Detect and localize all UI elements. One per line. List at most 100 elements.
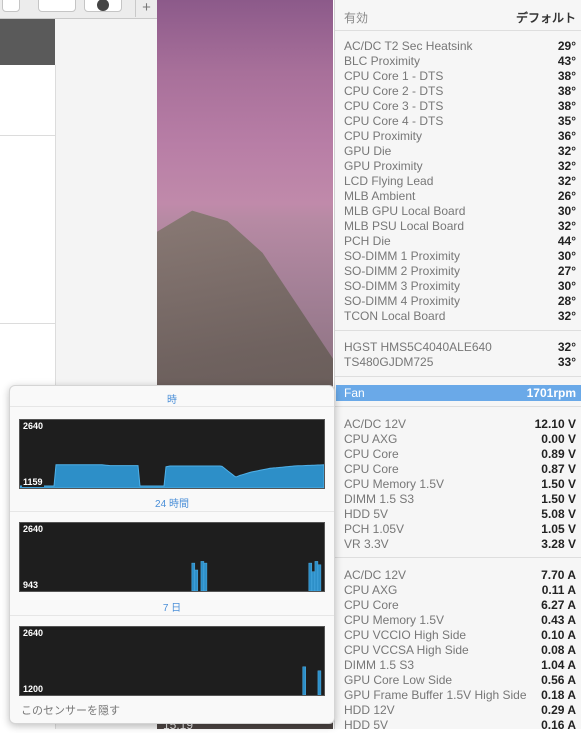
sensor-value: 1.05 V — [541, 522, 576, 536]
enabled-header: 有効 — [344, 11, 369, 25]
row-divider — [0, 135, 55, 136]
sensor-value: 30° — [557, 249, 576, 263]
sensor-value: 30° — [557, 279, 576, 293]
hour-graph-area — [20, 464, 324, 488]
header-divider — [335, 30, 581, 31]
sensor-value: 6.27 A — [541, 598, 576, 612]
hour-graph-min: 1159 — [22, 477, 44, 487]
voltage-row[interactable]: CPU Core 0.87 V — [344, 462, 576, 477]
sensor-name: CPU VCCIO High Side — [344, 628, 467, 642]
temperature-row[interactable]: SO-DIMM 4 Proximity 28° — [344, 294, 576, 309]
sensor-name: CPU Proximity — [344, 129, 423, 143]
temperature-row[interactable]: CPU Core 2 - DTS 38° — [344, 84, 576, 99]
sensor-name: CPU Memory 1.5V — [344, 477, 445, 491]
week-section-title: 7 日 — [162, 603, 182, 614]
toolbar-button-1[interactable] — [2, 0, 20, 12]
voltage-row[interactable]: VR 3.3V 3.28 V — [344, 537, 576, 552]
sensor-value: 0.11 A — [541, 583, 576, 597]
temperature-row[interactable]: GPU Die 32° — [344, 144, 576, 159]
sensor-name: CPU Core 1 - DTS — [344, 69, 444, 83]
sensor-value: 29° — [557, 39, 576, 53]
graph-spike — [302, 666, 306, 695]
temperature-row[interactable]: CPU Proximity 36° — [344, 129, 576, 144]
toolbar-button-3[interactable] — [84, 0, 122, 12]
current-row[interactable]: HDD 5V 0.16 A — [344, 718, 576, 733]
sensor-value: 43° — [557, 54, 576, 68]
sensor-name: HGST HMS5C4040ALE640 — [344, 340, 492, 354]
graph-spike — [317, 670, 322, 695]
voltage-row[interactable]: DIMM 1.5 S3 1.50 V — [344, 492, 576, 507]
temperature-row[interactable]: PCH Die 44° — [344, 234, 576, 249]
temperature-row[interactable]: MLB GPU Local Board 30° — [344, 204, 576, 219]
hide-sensor-link[interactable]: このセンサーを隠す — [21, 702, 120, 718]
sensor-value: 0.56 A — [541, 673, 576, 687]
sensor-value: 12.10 V — [534, 417, 576, 431]
temperature-row[interactable]: LCD Flying Lead 32° — [344, 174, 576, 189]
sensor-name: CPU AXG — [344, 432, 398, 446]
row-divider — [0, 323, 55, 324]
fan-row[interactable]: Fan 1701rpm — [336, 385, 581, 401]
temperature-row[interactable]: BLC Proximity 43° — [344, 54, 576, 69]
sensor-name: CPU Core 4 - DTS — [344, 114, 444, 128]
sensor-value: 0.43 A — [541, 613, 576, 627]
sensor-name: GPU Die — [344, 144, 392, 158]
voltage-row[interactable]: CPU AXG 0.00 V — [344, 432, 576, 447]
sensor-name: CPU Core — [344, 598, 399, 612]
hour-graph-plot — [20, 464, 324, 488]
current-row[interactable]: CPU VCCIO High Side 0.10 A — [344, 628, 576, 643]
sensor-name: AC/DC 12V — [344, 568, 407, 582]
voltage-row[interactable]: CPU Memory 1.5V 1.50 V — [344, 477, 576, 492]
temperature-row[interactable]: CPU Core 1 - DTS 38° — [344, 69, 576, 84]
temperature-row[interactable]: SO-DIMM 3 Proximity 30° — [344, 279, 576, 294]
temperature-row[interactable]: TCON Local Board 32° — [344, 309, 576, 324]
current-row[interactable]: GPU Frame Buffer 1.5V High Side 0.18 A — [344, 688, 576, 703]
temperature-row[interactable]: AC/DC T2 Sec Heatsink 29° — [344, 39, 576, 54]
current-row[interactable]: CPU Core 6.27 A — [344, 598, 576, 613]
disk-temperature-row[interactable]: TS480GJDM725 33° — [344, 355, 576, 370]
toolbar-button-2[interactable] — [38, 0, 76, 12]
sensor-value: 32° — [557, 174, 576, 188]
current-row[interactable]: DIMM 1.5 S3 1.04 A — [344, 658, 576, 673]
sensor-value: 36° — [557, 129, 576, 143]
sensor-panel: 有効 デフォルト AC/DC T2 Sec Heatsink 29° BLC Pro… — [334, 0, 581, 732]
voltage-row[interactable]: PCH 1.05V 1.05 V — [344, 522, 576, 537]
current-row[interactable]: AC/DC 12V 7.70 A — [344, 568, 576, 583]
temperature-row[interactable]: CPU Core 4 - DTS 35° — [344, 114, 576, 129]
popover-divider — [10, 511, 334, 512]
temperature-row[interactable]: SO-DIMM 2 Proximity 27° — [344, 264, 576, 279]
popover-divider — [10, 615, 334, 616]
voltage-row[interactable]: CPU Core 0.89 V — [344, 447, 576, 462]
sensor-name: PCH 1.05V — [344, 522, 405, 536]
sensor-name: HDD 12V — [344, 703, 395, 717]
fan-history-popover: 時 2640 1159 24 時間 2640 943 7 日 2640 1200… — [9, 385, 335, 724]
disk-temperature-row[interactable]: HGST HMS5C4040ALE640 32° — [344, 340, 576, 355]
current-row[interactable]: CPU Memory 1.5V 0.43 A — [344, 613, 576, 628]
sensor-name: SO-DIMM 3 Proximity — [344, 279, 461, 293]
temperature-row[interactable]: GPU Proximity 32° — [344, 159, 576, 174]
temperature-row[interactable]: MLB PSU Local Board 32° — [344, 219, 576, 234]
week-graph: 2640 1200 — [19, 626, 325, 696]
add-tab-button[interactable]: + — [135, 0, 157, 17]
hour-graph: 2640 1159 — [19, 419, 325, 489]
day-graph-min: 943 — [22, 580, 40, 590]
voltage-row[interactable]: HDD 5V 5.08 V — [344, 507, 576, 522]
sensor-value: 0.08 A — [541, 643, 576, 657]
voltage-row[interactable]: AC/DC 12V 12.10 V — [344, 417, 576, 432]
sensor-name: AC/DC 12V — [344, 417, 407, 431]
default-header[interactable]: デフォルト — [516, 9, 576, 26]
current-row[interactable]: HDD 12V 0.29 A — [344, 703, 576, 718]
graph-spike — [194, 569, 199, 591]
sensor-name: CPU Core — [344, 462, 399, 476]
sensor-value: 0.87 V — [541, 462, 576, 476]
current-row[interactable]: CPU VCCSA High Side 0.08 A — [344, 643, 576, 658]
current-row[interactable]: CPU AXG 0.11 A — [344, 583, 576, 598]
selected-sidebar-row[interactable] — [0, 19, 55, 65]
temperature-row[interactable]: CPU Core 3 - DTS 38° — [344, 99, 576, 114]
section-divider — [335, 330, 581, 331]
temperature-row[interactable]: SO-DIMM 1 Proximity 30° — [344, 249, 576, 264]
temperature-row[interactable]: MLB Ambient 26° — [344, 189, 576, 204]
sensor-name: HDD 5V — [344, 507, 389, 521]
current-row[interactable]: GPU Core Low Side 0.56 A — [344, 673, 576, 688]
sensor-name: DIMM 1.5 S3 — [344, 658, 415, 672]
sensor-name: VR 3.3V — [344, 537, 389, 551]
